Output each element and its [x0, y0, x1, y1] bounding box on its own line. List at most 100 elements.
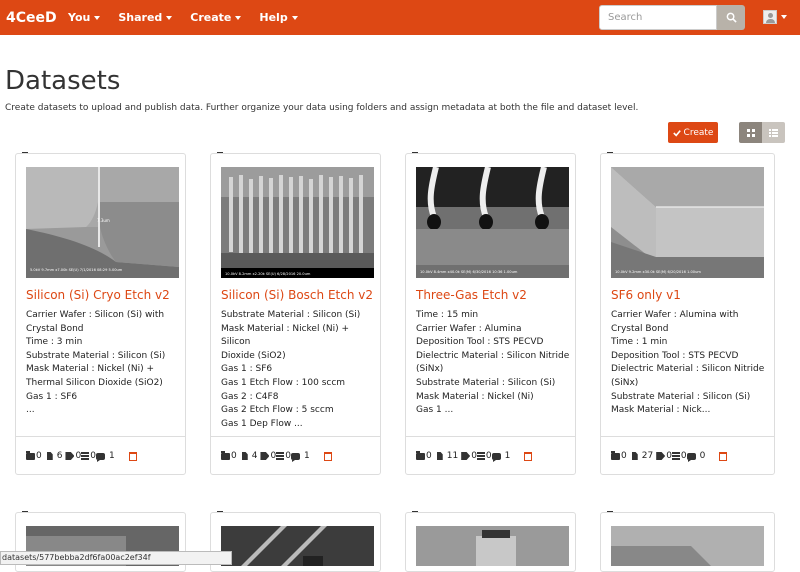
desc-line: Time : 15 min [416, 310, 479, 320]
metadata-icon [81, 452, 90, 460]
dataset-card-body: 7.3um 5.0kV 9.7mm x7.00k SE(U) 7/1/2016 … [15, 153, 186, 475]
nav-menu-help[interactable]: Help [259, 11, 298, 24]
comment-icon [290, 452, 300, 462]
desc-line: Mask Material : Nickel (Ni) + Silicon [221, 323, 349, 348]
desc-line: (SiNx) [611, 377, 639, 388]
dataset-title-link[interactable]: SF6 only v1 [611, 288, 681, 302]
tags-icon [65, 452, 75, 460]
svg-text:10.0kV 8.2mm x2.20k SE(U) 6/28: 10.0kV 8.2mm x2.20k SE(U) 6/28/2016 20.0… [225, 272, 311, 276]
dataset-description: Time : 15 min Carrier Wafer : Alumina De… [416, 309, 571, 418]
caret-down-icon [235, 15, 242, 20]
nav-menu-you-label: You [68, 11, 91, 24]
create-dataset-button[interactable]: Create [668, 122, 718, 143]
desc-line: Carrier Wafer : Alumina with [611, 310, 739, 320]
desc-line: Deposition Tool : STS PECVD [611, 350, 739, 361]
dataset-card-body [600, 512, 775, 572]
dataset-thumbnail[interactable]: 10.0kV 8.4mm x40.0k SE(M) 6/30/2016 10:3… [416, 167, 569, 278]
dataset-thumbnail[interactable] [221, 526, 374, 566]
file-count: 6 [56, 451, 63, 461]
dataset-thumbnail[interactable]: 10.0kV 9.2mm x30.0k SE(M) 6/20/2016 1.00… [611, 167, 764, 278]
desc-line: Dielectric Material : Silicon Nitride [416, 350, 570, 361]
folder-icon [221, 450, 230, 460]
tags-icon [656, 452, 666, 460]
nav-menu-create[interactable]: Create [190, 11, 242, 24]
nav-menu-create-label: Create [190, 11, 232, 24]
tags-icon [461, 452, 471, 460]
desc-line: Dielectric Material : Silicon Nitride [611, 364, 765, 375]
file-count: 4 [251, 451, 258, 461]
dataset-card-body [210, 512, 381, 572]
trash-icon[interactable] [719, 451, 728, 461]
folder-count: 0 [621, 451, 627, 461]
desc-line: Gas 1 Etch Flow : 100 sccm [221, 377, 346, 388]
file-icon [241, 452, 248, 460]
sem-image [611, 526, 764, 566]
metadata-count: 0 [485, 451, 492, 461]
desc-line: Mask Material : Nickel (Ni) + [26, 364, 154, 375]
dataset-description: Carrier Wafer : Alumina with Crystal Bon… [611, 309, 766, 418]
dataset-thumbnail[interactable]: 10.0kV 8.2mm x2.20k SE(U) 6/28/2016 20.0… [221, 167, 374, 278]
metadata-icon [671, 452, 680, 460]
metadata-icon [276, 452, 285, 460]
caret-down-icon [291, 15, 298, 20]
grid-view-icon [746, 128, 755, 137]
search-icon [726, 12, 737, 23]
top-navbar: 4CeeD You Shared Create Help [0, 0, 800, 35]
desc-line: Mask Material : Nick... [611, 405, 711, 416]
file-count: 11 [446, 451, 459, 461]
desc-line: Carrier Wafer : Silicon (Si) with [26, 310, 165, 320]
list-view-button[interactable] [762, 122, 785, 143]
page-title: Datasets [5, 66, 121, 96]
desc-line: (SiNx) [416, 364, 444, 375]
sem-image [221, 526, 374, 566]
brand-logo[interactable]: 4CeeD [6, 10, 60, 26]
dataset-thumbnail[interactable]: 7.3um 5.0kV 9.7mm x7.00k SE(U) 7/1/2016 … [26, 167, 179, 278]
file-icon [631, 452, 638, 460]
file-icon [46, 452, 53, 460]
list-view-icon [769, 128, 778, 137]
sem-image-sf6: 10.0kV 9.2mm x30.0k SE(M) 6/20/2016 1.00… [611, 167, 764, 278]
desc-line: Gas 1 ... [416, 405, 454, 416]
dataset-stats-footer: 0 27 0 0 0 [601, 436, 774, 475]
desc-line: Dioxide (SiO2) [221, 350, 286, 361]
trash-icon[interactable] [323, 451, 332, 461]
nav-menu-shared[interactable]: Shared [118, 11, 173, 24]
svg-text:7.3um: 7.3um [97, 218, 110, 223]
dataset-thumbnail[interactable] [611, 526, 764, 566]
desc-line: Gas 2 Etch Flow : 5 sccm [221, 405, 334, 416]
trash-icon[interactable] [128, 451, 137, 461]
comment-count: 1 [108, 451, 115, 461]
dataset-title-link[interactable]: Silicon (Si) Cryo Etch v2 [26, 288, 170, 302]
desc-line: Time : 1 min [611, 337, 668, 348]
search-button[interactable] [717, 5, 745, 30]
desc-line: Gas 1 : SF6 [221, 364, 273, 375]
search-input[interactable] [599, 5, 717, 30]
user-menu[interactable] [763, 10, 787, 24]
desc-line: Thermal Silicon Dioxide (SiO2) [26, 377, 163, 388]
page-description: Create datasets to upload and publish da… [5, 103, 639, 113]
trash-icon[interactable] [524, 451, 533, 461]
dataset-title-link[interactable]: Silicon (Si) Bosch Etch v2 [221, 288, 373, 302]
checkmark-icon [672, 129, 681, 137]
dataset-stats-footer: 0 11 0 0 1 [406, 436, 575, 475]
status-bar-url: datasets/577bebba2df6fa00ac2ef34f [0, 551, 232, 565]
comment-icon [95, 452, 105, 462]
dataset-description: Substrate Material : Silicon (Si) Mask M… [221, 309, 376, 431]
desc-line: Substrate Material : Silicon (Si) [611, 391, 751, 402]
desc-line: Gas 1 : SF6 [26, 391, 78, 402]
dataset-thumbnail[interactable] [416, 526, 569, 566]
view-toggle [739, 122, 785, 143]
create-dataset-label: Create [683, 127, 714, 138]
comment-icon [491, 452, 501, 462]
comment-count: 0 [699, 451, 706, 461]
desc-line: Crystal Bond [26, 323, 84, 334]
file-icon [436, 452, 443, 460]
folder-count: 0 [231, 451, 237, 461]
svg-text:10.0kV 8.4mm x40.0k SE(M) 6/30: 10.0kV 8.4mm x40.0k SE(M) 6/30/2016 10:3… [420, 270, 518, 274]
dataset-title-link[interactable]: Three-Gas Etch v2 [416, 288, 527, 302]
tags-icon [260, 452, 270, 460]
desc-line: Carrier Wafer : Alumina [416, 323, 522, 334]
grid-view-button[interactable] [739, 122, 762, 143]
dataset-stats-footer: 0 6 0 0 1 [16, 436, 185, 475]
nav-menu-you[interactable]: You [68, 11, 101, 24]
